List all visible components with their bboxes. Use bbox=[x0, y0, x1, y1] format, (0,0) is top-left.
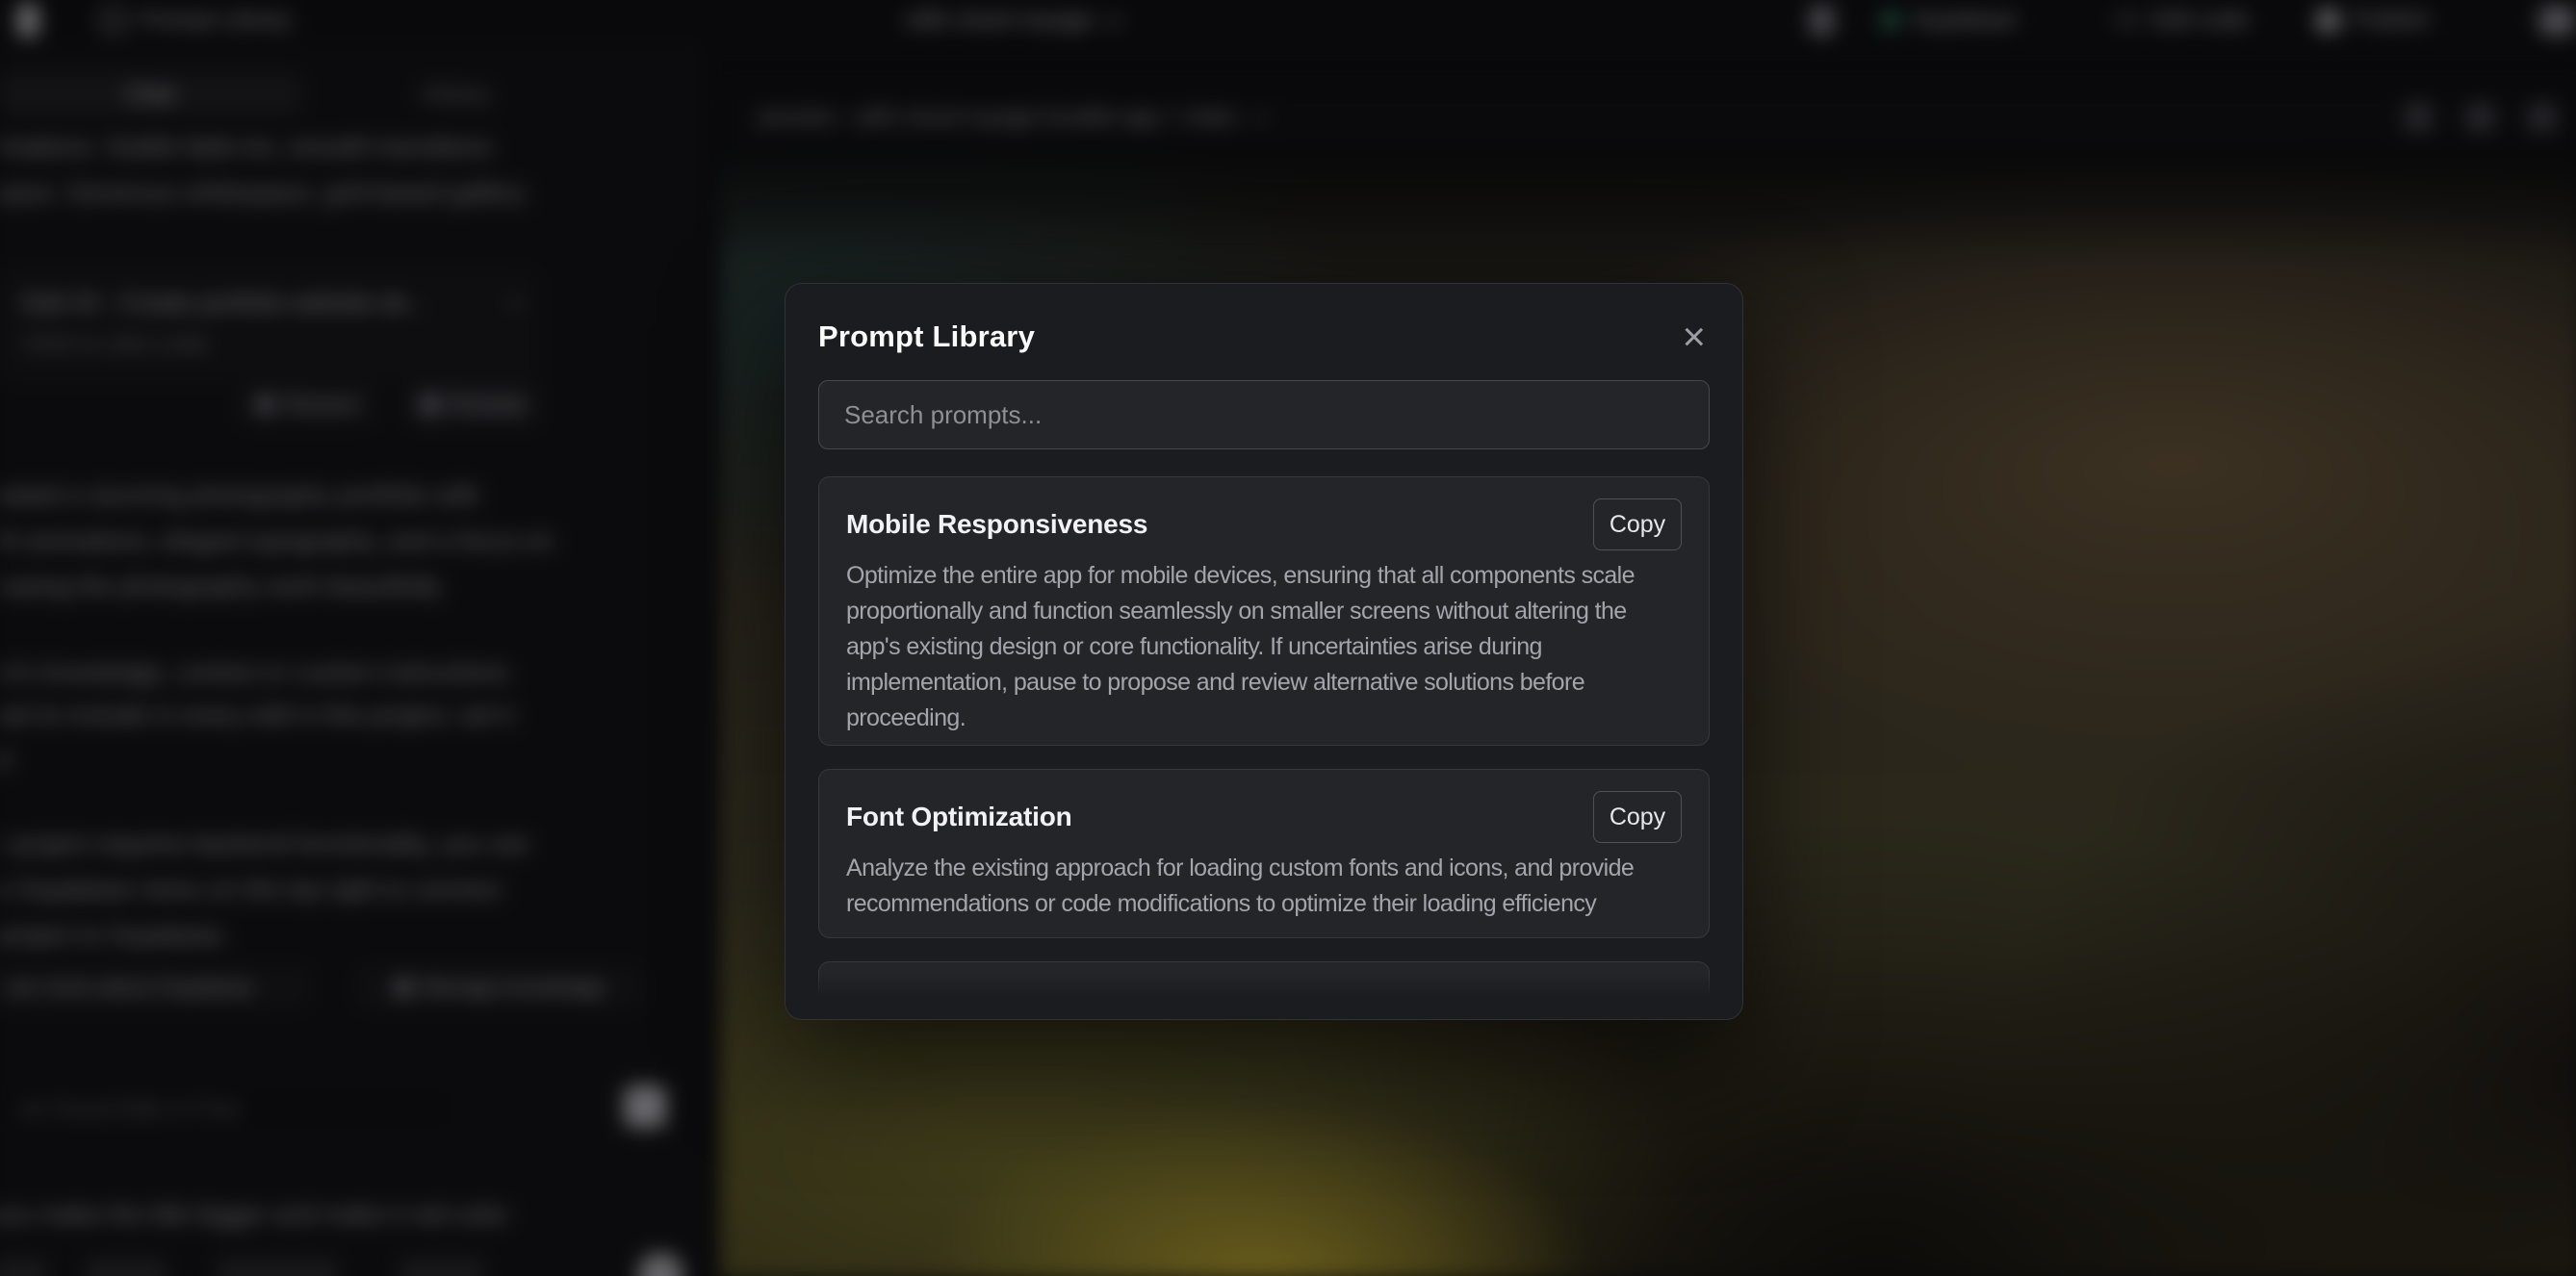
search-input[interactable] bbox=[818, 380, 1710, 449]
prompt-title: Font Optimization bbox=[846, 802, 1072, 832]
modal-title: Prompt Library bbox=[818, 319, 1035, 354]
copy-button[interactable]: Copy bbox=[1593, 498, 1682, 550]
prompt-title: Mobile Responsiveness bbox=[846, 509, 1147, 540]
prompt-card-font-optimization: Font Optimization Copy Analyze the exist… bbox=[818, 769, 1710, 938]
app-screen: Prompt Library wills cloud voyage Supaba… bbox=[0, 0, 2576, 1276]
copy-button[interactable]: Copy bbox=[1593, 791, 1682, 843]
prompt-description: Optimize the entire app for mobile devic… bbox=[846, 558, 1682, 736]
prompt-list: Mobile Responsiveness Copy Optimize the … bbox=[818, 476, 1710, 996]
prompt-card-partial bbox=[818, 961, 1710, 996]
prompt-description: Analyze the existing approach for loadin… bbox=[846, 851, 1682, 922]
prompt-card-mobile-responsiveness: Mobile Responsiveness Copy Optimize the … bbox=[818, 476, 1710, 746]
prompt-library-modal: Prompt Library × Mobile Responsiveness C… bbox=[785, 283, 1743, 1020]
close-icon[interactable]: × bbox=[1678, 322, 1710, 351]
